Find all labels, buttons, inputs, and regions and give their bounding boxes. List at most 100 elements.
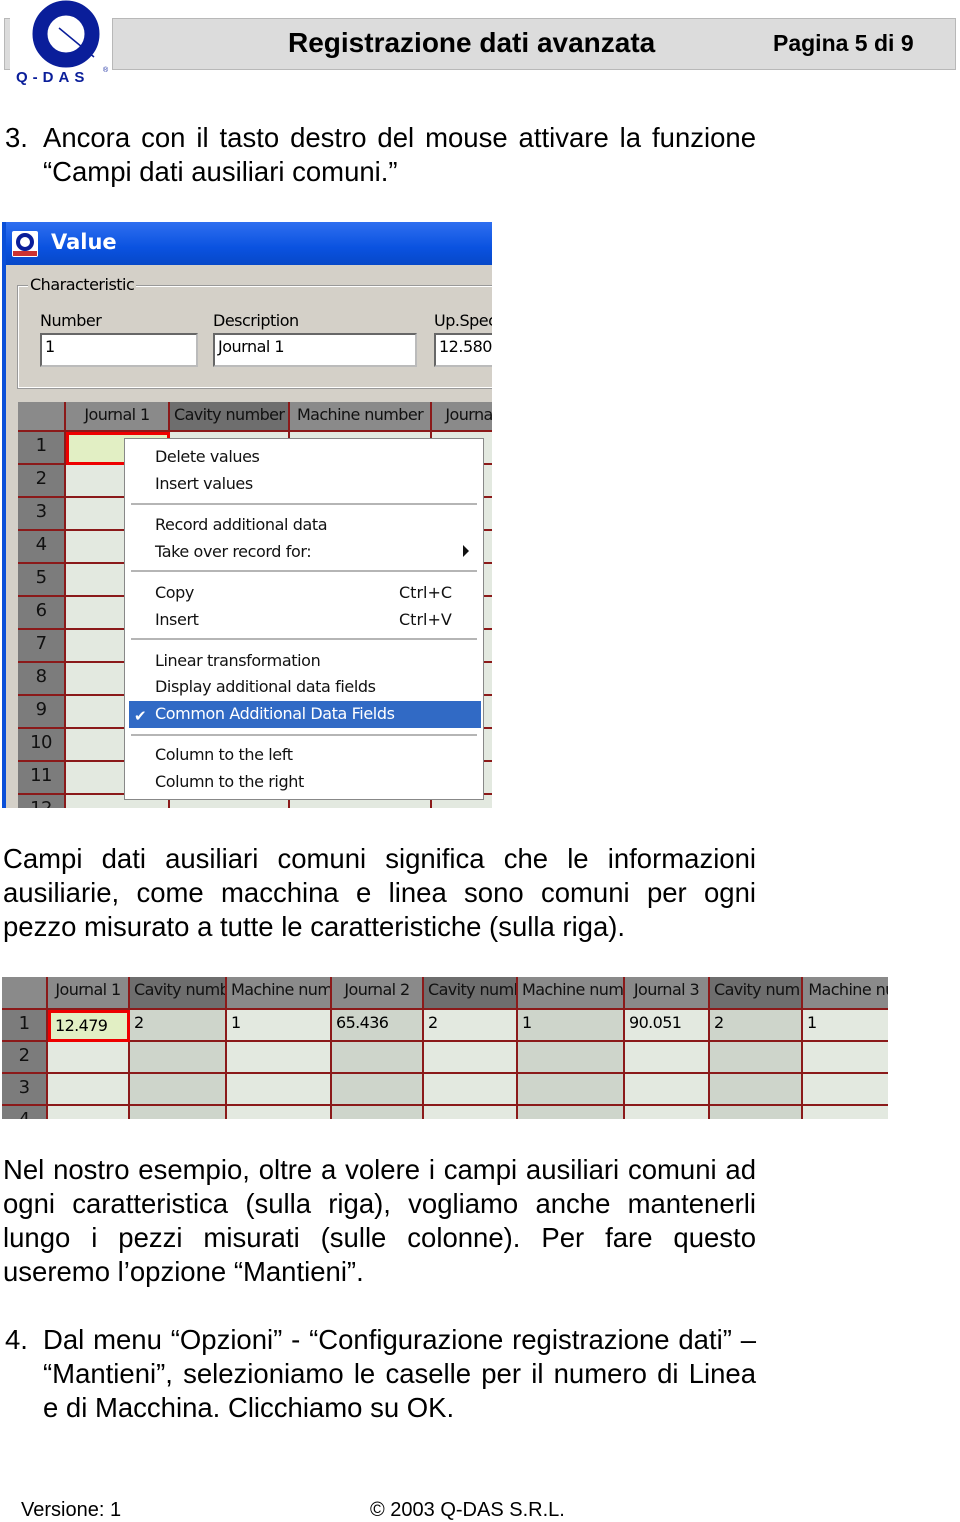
grid-cell[interactable]: 90.051 [625,1010,710,1042]
grid-cell[interactable] [332,1042,424,1074]
description-label: Description [213,311,299,330]
grid-cell[interactable] [332,1074,424,1106]
step-text: Dal menu “Opzioni” - “Configurazione reg… [43,1324,756,1423]
row-header[interactable]: 11 [18,762,66,795]
menu-item-take-over-record[interactable]: Take over record for: [155,542,312,561]
column-header[interactable]: Machine numb [518,977,625,1010]
grid-cell[interactable]: 2 [130,1010,227,1042]
row-header[interactable]: 7 [18,630,66,663]
upper-spec-field[interactable]: 12.580 [434,333,492,367]
grid-cell[interactable] [332,1106,424,1119]
row-header[interactable]: 1 [18,432,66,465]
grid-cell[interactable] [48,1106,130,1119]
grid-cell[interactable]: 1 [227,1010,332,1042]
grid-cell[interactable] [227,1106,332,1119]
grid-cell[interactable] [130,1074,227,1106]
row-header[interactable]: 2 [2,1042,48,1074]
grid-cell[interactable]: 65.436 [332,1010,424,1042]
menu-item-column-right[interactable]: Column to the right [155,772,304,791]
column-header[interactable]: Machine numb [227,977,332,1010]
row-header[interactable]: 5 [18,564,66,597]
grid-cell[interactable] [227,1042,332,1074]
menu-separator [131,503,477,505]
footer-version: Versione: 1 [21,1499,122,1521]
step-number: 3. [5,122,28,153]
column-header[interactable]: Machine nu [803,977,888,1010]
menu-separator [131,734,477,736]
number-field[interactable]: 1 [40,333,198,367]
grid-cell[interactable] [803,1042,888,1074]
grid-cell[interactable]: 1 [803,1010,888,1042]
grid-cell[interactable] [518,1074,625,1106]
grid-cell[interactable] [227,1074,332,1106]
step-number: 4. [5,1324,28,1355]
grid-cell[interactable] [48,1042,130,1074]
column-header[interactable]: Machine number [290,402,432,432]
column-header[interactable]: Journal 2 [332,977,424,1010]
menu-item-delete-values[interactable]: Delete values [155,447,260,466]
grid-cell[interactable] [424,1074,518,1106]
row-header[interactable]: 9 [18,696,66,729]
step-text: Ancora con il tasto destro del mouse att… [43,122,756,187]
menu-separator [131,638,477,640]
result-grid: Journal 1Cavity numbeMachine numbJournal… [2,977,888,1119]
document-title: Registrazione dati avanzata [288,27,656,58]
menu-item-copy[interactable]: Copy [155,583,194,602]
menu-item-display-additional-fields[interactable]: Display additional data fields [155,677,376,696]
grid-cell[interactable] [710,1106,803,1119]
row-header[interactable]: 12 [18,795,66,808]
column-header[interactable]: Journal [432,402,492,432]
upper-spec-label: Up.Spec [434,311,492,330]
shortcut-insert: Ctrl+V [399,610,452,629]
qdas-logo: Q-DAS ® [10,0,112,90]
grid-cell[interactable] [625,1106,710,1119]
grid-cell[interactable]: 2 [424,1010,518,1042]
grid-cell[interactable]: 2 [710,1010,803,1042]
footer-copyright: © 2003 Q-DAS S.R.L. [370,1499,565,1521]
column-header[interactable]: Cavity numbe [130,977,227,1010]
menu-item-linear-transformation[interactable]: Linear transformation [155,651,321,670]
row-header[interactable]: 4 [2,1106,48,1119]
grid-cell[interactable] [803,1106,888,1119]
grid-cell[interactable] [424,1042,518,1074]
submenu-arrow-icon [463,545,469,557]
column-header[interactable]: Journal 1 [66,402,170,432]
row-header[interactable]: 8 [18,663,66,696]
column-header[interactable]: Journal 3 [625,977,710,1010]
row-header[interactable]: 6 [18,597,66,630]
grid-cell[interactable] [710,1042,803,1074]
grid-cell[interactable] [518,1042,625,1074]
grid-cell[interactable] [625,1074,710,1106]
paragraph-common-fields: Campi dati ausiliari comuni significa ch… [3,843,756,942]
column-header[interactable]: Cavity numbe [424,977,518,1010]
grid-cell[interactable]: 12.479 [48,1010,130,1042]
grid-cell[interactable] [48,1074,130,1106]
menu-item-column-left[interactable]: Column to the left [155,745,293,764]
menu-item-record-additional-data[interactable]: Record additional data [155,515,328,534]
grid-cell[interactable] [424,1106,518,1119]
row-header[interactable]: 1 [2,1010,48,1042]
row-header[interactable]: 3 [2,1074,48,1106]
grid-cell[interactable] [625,1042,710,1074]
row-header[interactable]: 2 [18,465,66,498]
column-header[interactable]: Cavity numbe [710,977,803,1010]
menu-separator [131,570,477,572]
grid-cell[interactable] [130,1106,227,1119]
menu-item-insert[interactable]: Insert [155,610,199,629]
page-number: Pagina 5 di 9 [773,30,914,56]
check-icon: ✔ [134,707,147,725]
grid-cell[interactable] [518,1106,625,1119]
menu-item-common-additional-fields[interactable]: Common Additional Data Fields [155,704,395,723]
column-header[interactable]: Cavity number [170,402,290,432]
grid-cell[interactable] [130,1042,227,1074]
row-header[interactable]: 10 [18,729,66,762]
row-header[interactable]: 3 [18,498,66,531]
column-header[interactable]: Journal 1 [48,977,130,1010]
row-header[interactable]: 4 [18,531,66,564]
description-field[interactable]: Journal 1 [213,333,417,367]
menu-item-insert-values[interactable]: Insert values [155,474,253,493]
svg-text:Q-DAS: Q-DAS [16,69,89,86]
grid-cell[interactable]: 1 [518,1010,625,1042]
grid-cell[interactable] [710,1074,803,1106]
grid-cell[interactable] [803,1074,888,1106]
